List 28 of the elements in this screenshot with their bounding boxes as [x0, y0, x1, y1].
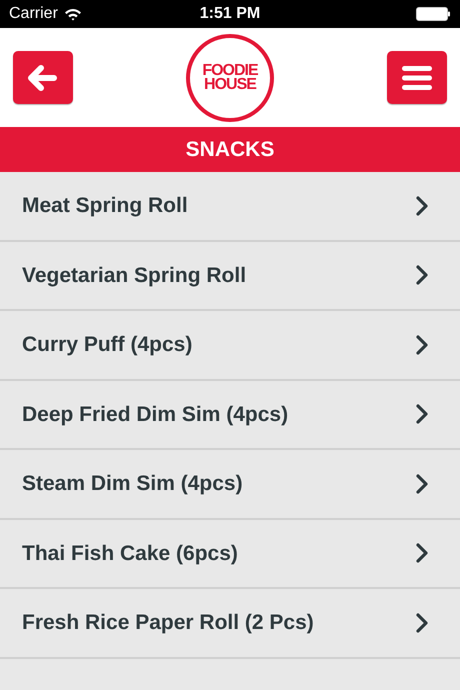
- back-button[interactable]: [13, 51, 73, 104]
- chevron-right-icon: [416, 404, 428, 424]
- time-label: 1:51 PM: [200, 4, 260, 24]
- wifi-icon: [64, 8, 82, 20]
- item-name: Curry Puff (4pcs): [22, 332, 192, 358]
- chevron-right-icon: [416, 543, 428, 564]
- item-name: Vegetarian Spring Roll: [22, 262, 246, 288]
- chevron-right-icon: [416, 334, 428, 355]
- item-name: Thai Fish Cake (6pcs): [22, 540, 238, 566]
- logo-text: HOUSE: [204, 78, 256, 92]
- item-name: Steam Dim Sim (4pcs): [22, 471, 243, 497]
- chevron-right-icon: [416, 196, 428, 216]
- chevron-right-icon: [416, 474, 428, 494]
- menu-icon: [401, 64, 433, 90]
- item-name: Fresh Rice Paper Roll (2 Pcs): [22, 610, 314, 636]
- battery-icon: [416, 7, 451, 21]
- carrier-label: Carrier: [9, 4, 58, 24]
- menu-button[interactable]: [387, 51, 447, 104]
- chevron-right-icon: [416, 612, 428, 633]
- back-arrow-icon: [28, 64, 58, 90]
- section-title: SNACKS: [186, 136, 274, 163]
- chevron-right-icon: [416, 265, 428, 286]
- menu-item[interactable]: Vegetarian Spring Roll: [0, 242, 460, 311]
- item-name: Deep Fried Dim Sim (4pcs): [22, 402, 288, 428]
- logo-text: FOODIE: [202, 64, 258, 78]
- item-name: Meat Spring Roll: [22, 193, 188, 219]
- menu-item[interactable]: Deep Fried Dim Sim (4pcs): [0, 380, 460, 450]
- menu-item[interactable]: Thai Fish Cake (6pcs): [0, 520, 460, 589]
